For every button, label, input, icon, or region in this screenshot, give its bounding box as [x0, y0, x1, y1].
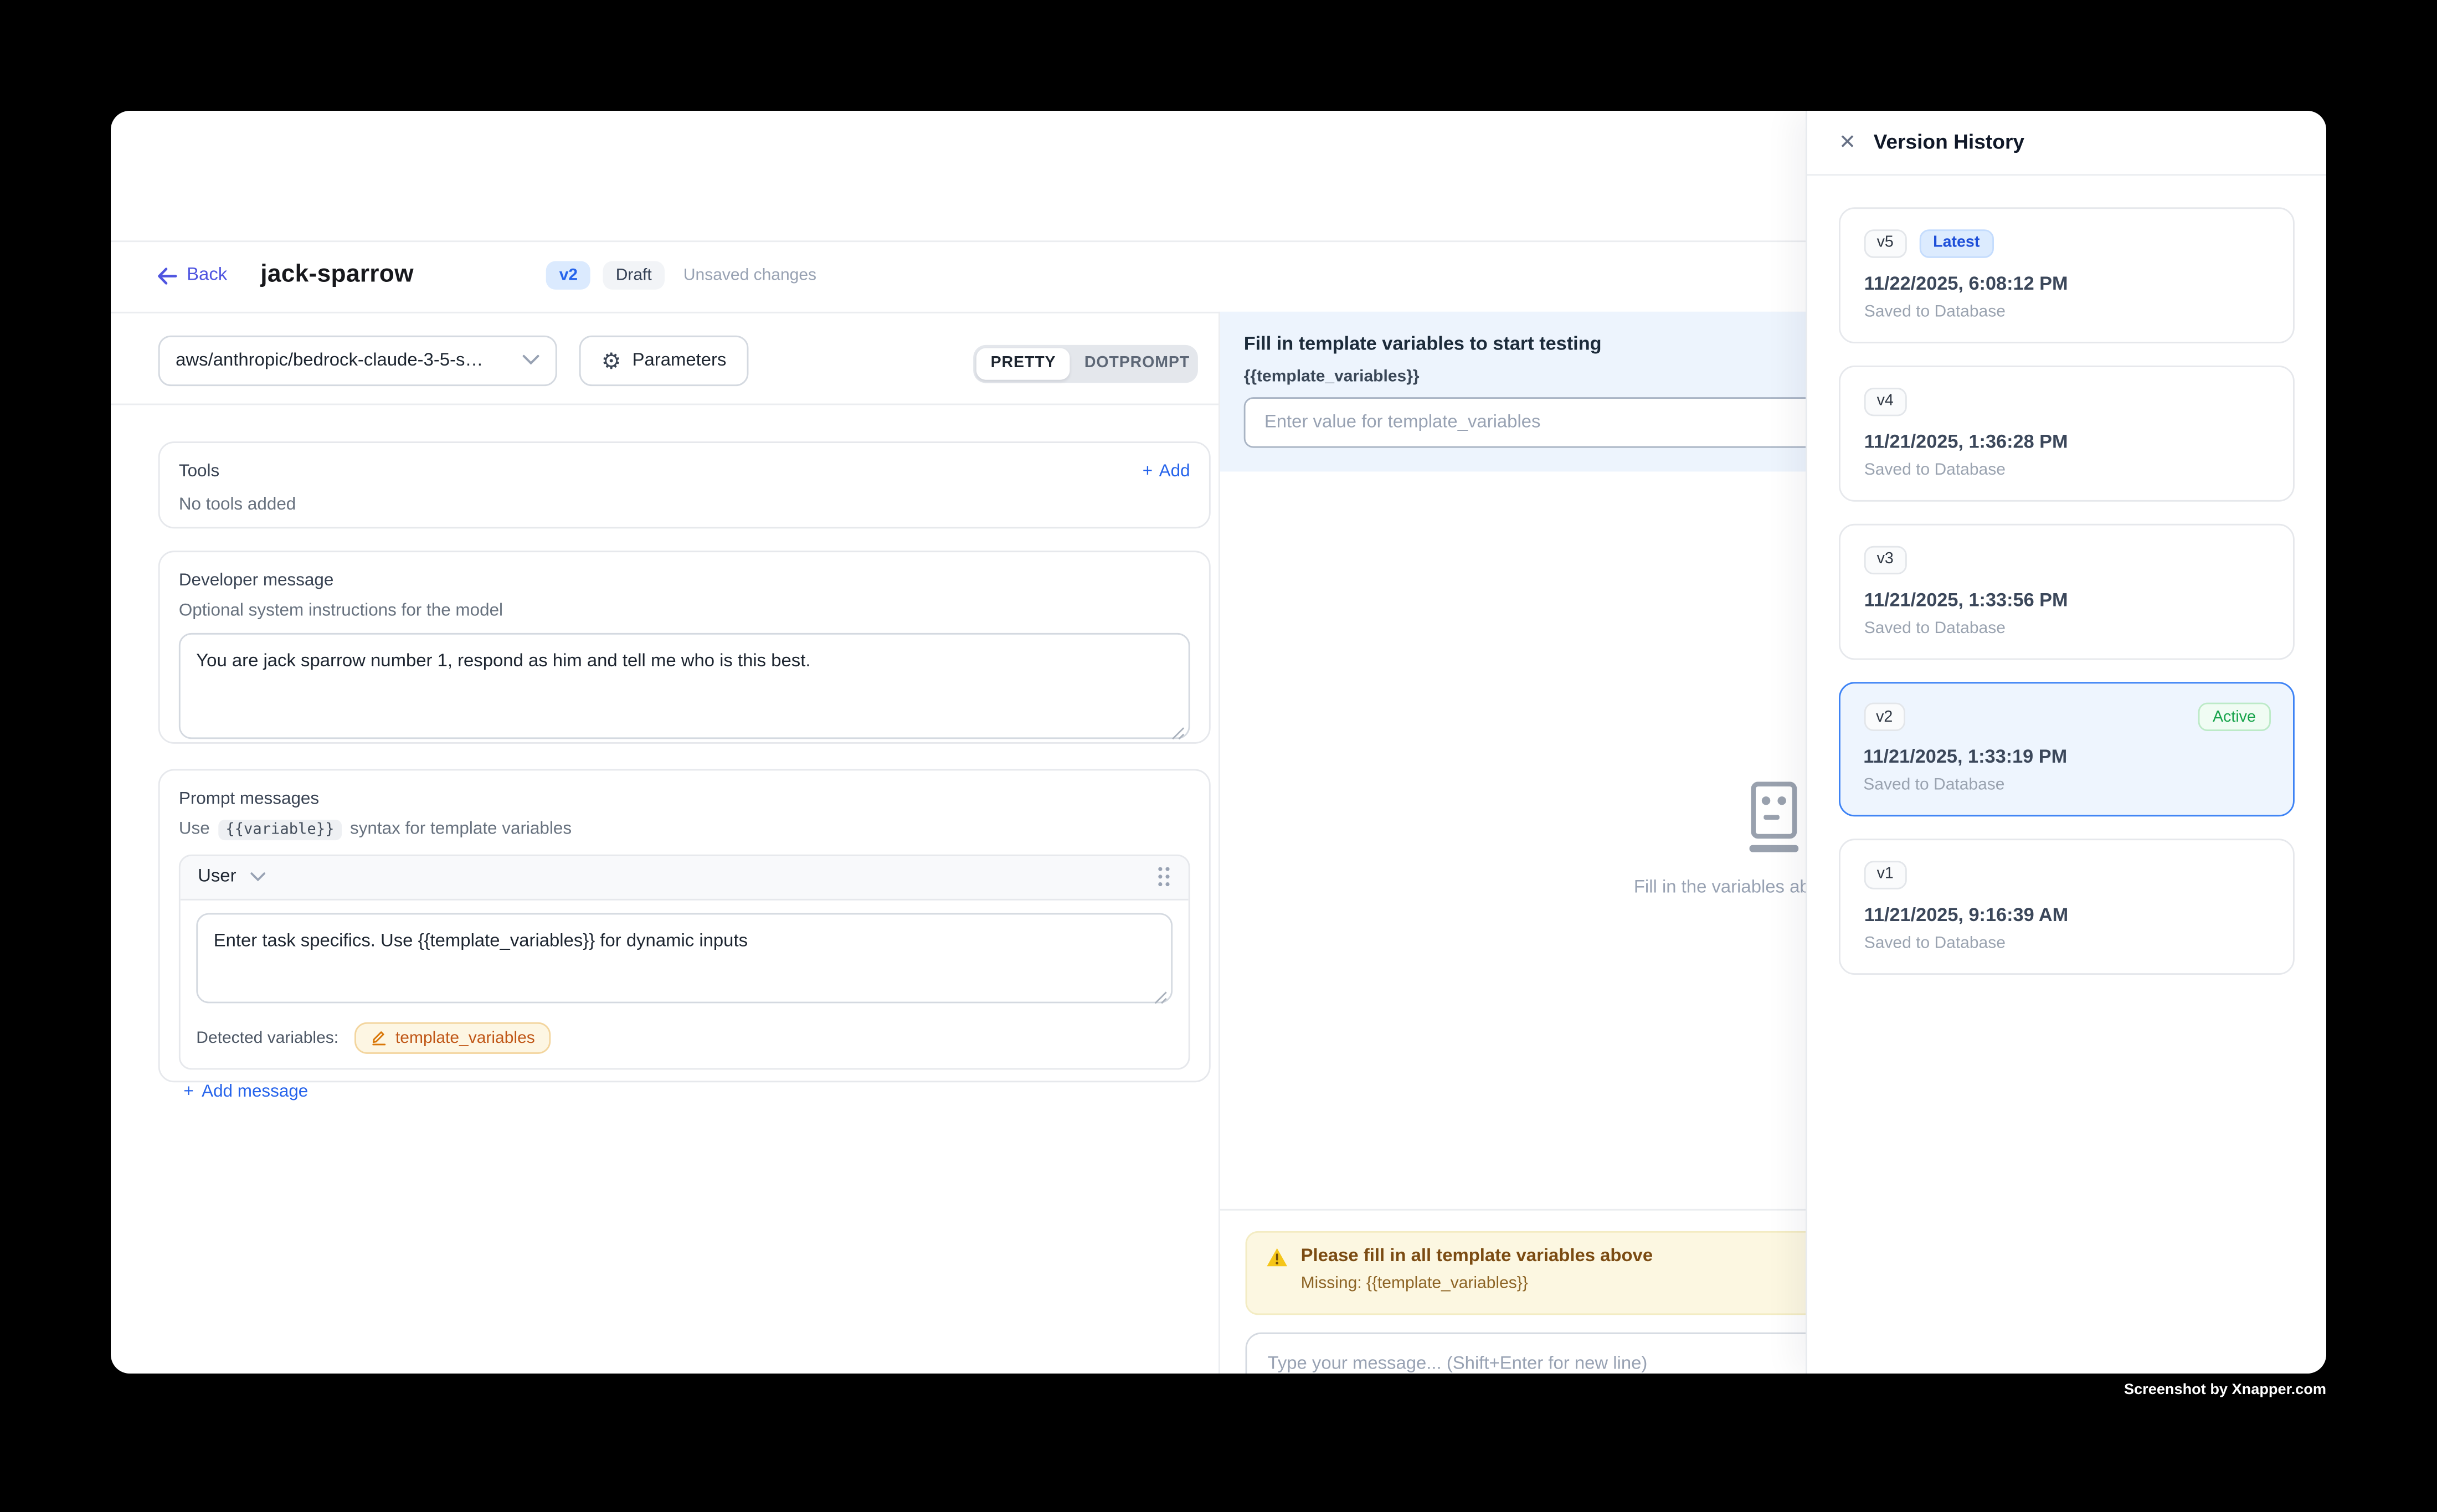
hint-suffix: syntax for template variables: [350, 820, 572, 839]
toolbar-divider: [111, 404, 1218, 405]
version-date: 11/22/2025, 6:08:12 PM: [1864, 271, 2269, 294]
toolbar: aws/anthropic/bedrock-claude-3-5-s… ⚙ Pa…: [111, 313, 1218, 404]
version-card-v3[interactable]: v3 11/21/2025, 1:33:56 PM Saved to Datab…: [1839, 523, 2295, 660]
version-saved-status: Saved to Database: [1863, 775, 2270, 794]
version-card-v5[interactable]: v5 Latest 11/22/2025, 6:08:12 PM Saved t…: [1839, 207, 2295, 343]
detected-variables-label: Detected variables:: [196, 1028, 338, 1047]
version-saved-status: Saved to Database: [1864, 618, 2269, 637]
parameters-label: Parameters: [633, 351, 727, 370]
plus-icon: +: [183, 1082, 193, 1101]
back-button[interactable]: Back: [157, 266, 227, 285]
version-history-header: ✕ Version History: [1807, 110, 2326, 175]
tools-card: Tools + Add No tools added: [158, 441, 1211, 528]
chevron-down-icon: [250, 873, 266, 882]
developer-message-card: Developer message Optional system instru…: [158, 551, 1211, 744]
parameters-button[interactable]: ⚙ Parameters: [579, 336, 749, 386]
watermark: Screenshot by Xnapper.com: [2124, 1381, 2326, 1398]
warning-title: Please fill in all template variables ab…: [1301, 1248, 1653, 1267]
model-select-value: aws/anthropic/bedrock-claude-3-5-s…: [176, 351, 522, 370]
version-badge: v2: [547, 262, 590, 290]
version-history-title: Version History: [1874, 130, 2025, 154]
version-history-panel: ✕ Version History v5 Latest 11/22/2025, …: [1806, 110, 2326, 1373]
gear-icon: ⚙: [601, 349, 621, 372]
plus-icon: +: [1143, 462, 1153, 481]
view-mode-toggle: PRETTY DOTPROMPT: [973, 344, 1198, 383]
version-card-v2-active[interactable]: v2 Active 11/21/2025, 1:33:19 PM Saved t…: [1839, 681, 2295, 816]
app-window: Back jack-sparrow v2 Draft Unsaved chang…: [111, 110, 2326, 1373]
active-badge: Active: [2198, 703, 2270, 731]
message-card-header: User: [181, 856, 1189, 901]
template-variable-name: template_variables: [395, 1028, 535, 1047]
add-message-label: Add message: [202, 1082, 308, 1101]
version-tag: v4: [1864, 387, 1906, 415]
status-badge: Draft: [603, 262, 665, 290]
latest-badge: Latest: [1919, 229, 1994, 257]
version-saved-status: Saved to Database: [1864, 302, 2269, 321]
developer-message-subtitle: Optional system instructions for the mod…: [179, 601, 1190, 620]
version-tag: v3: [1864, 546, 1906, 574]
message-role-select[interactable]: User: [198, 868, 266, 887]
developer-message-textarea[interactable]: You are jack sparrow number 1, respond a…: [179, 633, 1190, 739]
toggle-pretty[interactable]: PRETTY: [976, 347, 1070, 379]
unsaved-changes-label: Unsaved changes: [683, 266, 816, 285]
prompt-messages-card: Prompt messages Use {{variable}} syntax …: [158, 769, 1211, 1083]
toggle-dotprompt[interactable]: DOTPROMPT: [1070, 347, 1204, 379]
user-message-textarea[interactable]: Enter task specifics. Use {{template_var…: [196, 913, 1173, 1004]
version-saved-status: Saved to Database: [1864, 933, 2269, 952]
page-title: jack-sparrow: [260, 262, 414, 290]
back-label: Back: [187, 266, 227, 285]
version-tag: v5: [1864, 229, 1906, 257]
edit-icon: [370, 1030, 387, 1047]
version-date: 11/21/2025, 1:36:28 PM: [1864, 430, 2269, 452]
template-variable-chip[interactable]: template_variables: [354, 1022, 551, 1054]
drag-handle-icon[interactable]: [1157, 866, 1171, 888]
version-card-v4[interactable]: v4 11/21/2025, 1:36:28 PM Saved to Datab…: [1839, 365, 2295, 501]
developer-message-title: Developer message: [179, 571, 1190, 590]
message-card-body: Enter task specifics. Use {{template_var…: [181, 901, 1189, 1068]
page-header: Back jack-sparrow v2 Draft Unsaved chang…: [111, 240, 1218, 312]
hint-prefix: Use: [179, 820, 210, 839]
message-card: User Enter task specifics. Use {{templat…: [179, 855, 1190, 1070]
stage: Back jack-sparrow v2 Draft Unsaved chang…: [0, 0, 2437, 1512]
chevron-down-icon: [522, 355, 539, 366]
warning-icon: [1266, 1247, 1288, 1267]
bot-icon: [1745, 783, 1802, 857]
add-message-button[interactable]: + Add message: [183, 1082, 1190, 1101]
version-tag: v2: [1863, 703, 1905, 731]
close-icon[interactable]: ✕: [1839, 131, 1856, 152]
version-tag: v1: [1864, 860, 1906, 888]
prompt-messages-title: Prompt messages: [179, 790, 1190, 809]
version-saved-status: Saved to Database: [1864, 460, 2269, 479]
model-select[interactable]: aws/anthropic/bedrock-claude-3-5-s…: [158, 336, 557, 386]
version-date: 11/21/2025, 1:33:56 PM: [1864, 588, 2269, 610]
variable-syntax-chip: {{variable}}: [218, 820, 342, 840]
add-tool-label: Add: [1159, 462, 1190, 481]
message-role-value: User: [198, 868, 236, 887]
tools-title: Tools: [179, 462, 219, 481]
tools-empty-text: No tools added: [179, 495, 1190, 514]
version-card-v1[interactable]: v1 11/21/2025, 9:16:39 AM Saved to Datab…: [1839, 838, 2295, 974]
back-arrow-icon: [157, 268, 177, 285]
version-history-list: v5 Latest 11/22/2025, 6:08:12 PM Saved t…: [1807, 175, 2326, 1006]
add-tool-button[interactable]: + Add: [1143, 462, 1190, 481]
version-date: 11/21/2025, 9:16:39 AM: [1864, 903, 2269, 925]
version-date: 11/21/2025, 1:33:19 PM: [1863, 745, 2270, 768]
detected-variables-row: Detected variables: template_variables: [196, 1022, 1173, 1054]
prompt-messages-hint: Use {{variable}} syntax for template var…: [179, 820, 1190, 840]
